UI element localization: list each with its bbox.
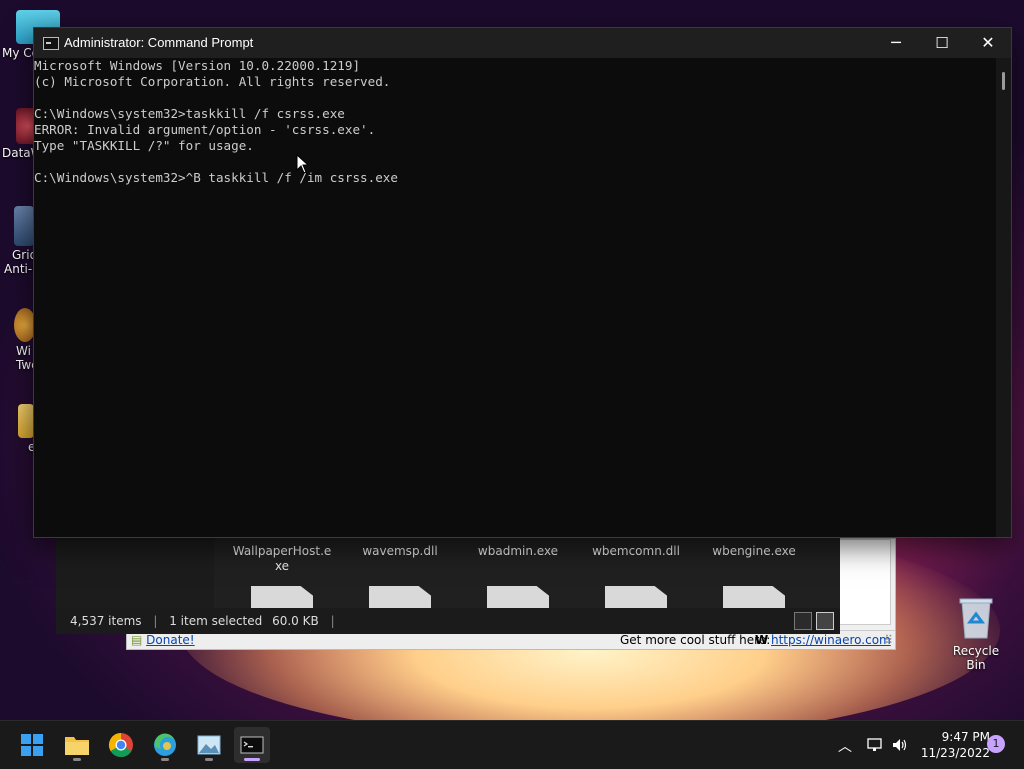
terminal-line: (c) Microsoft Corporation. All rights re… — [34, 74, 391, 89]
volume-icon[interactable] — [891, 737, 909, 753]
navigation-pane[interactable] — [56, 536, 214, 612]
close-button[interactable]: ✕ — [965, 28, 1011, 58]
explorer-statusbar: 4,537 items | 1 item selected 60.0 KB | — [56, 608, 840, 634]
winaero-panel — [837, 539, 891, 625]
taskbar-photos[interactable] — [191, 727, 227, 763]
terminal-line: ERROR: Invalid argument/option - 'csrss.… — [34, 122, 376, 137]
network-icon[interactable] — [866, 737, 884, 753]
donate-link[interactable]: Donate! — [146, 633, 194, 647]
clock-date: 11/23/2022 — [920, 746, 990, 760]
chrome-icon — [108, 733, 133, 758]
file-thumbnail-icon — [251, 586, 313, 610]
file-item[interactable]: wbadmin.exe — [468, 544, 568, 559]
desktop-icon-recycle-bin[interactable]: Recycle Bin — [942, 596, 1010, 672]
minimize-button[interactable]: ─ — [873, 28, 919, 58]
file-thumbnail-icon — [487, 586, 549, 610]
terminal-line: C:\Windows\system32>^B taskkill /f /im c… — [34, 170, 398, 185]
file-thumbnail-icon — [723, 586, 785, 610]
terminal-scrollbar[interactable] — [996, 58, 1011, 537]
selection-count: 1 item selected — [169, 614, 263, 628]
running-indicator — [205, 758, 213, 761]
terminal-text: Microsoft Windows [Version 10.0.22000.12… — [34, 58, 398, 186]
active-indicator — [244, 758, 260, 761]
system-clock[interactable]: 9:47 PM 11/23/2022 — [912, 729, 990, 761]
tiles-view-icon[interactable] — [816, 612, 834, 630]
terminal-line: Type "TASKKILL /?" for usage. — [34, 138, 254, 153]
file-item[interactable]: wbengine.exe — [704, 544, 804, 559]
start-button[interactable] — [14, 727, 50, 763]
scroll-thumb[interactable] — [1002, 72, 1005, 90]
recycle-bin-icon — [959, 598, 993, 639]
donate-icon: ▤ — [131, 633, 143, 647]
folder-icon — [18, 404, 34, 438]
file-thumbnail-icon — [369, 586, 431, 610]
taskbar-command-prompt[interactable] — [234, 727, 270, 763]
resize-grip-icon[interactable]: ⠿ — [884, 631, 893, 649]
window-title: Administrator: Command Prompt — [64, 35, 254, 50]
file-item[interactable]: wbemcomn.dll — [586, 544, 686, 559]
cmd-app-icon — [43, 37, 59, 50]
notification-badge[interactable]: 1 — [987, 735, 1005, 753]
taskbar-chrome[interactable] — [103, 727, 139, 763]
file-thumbnail-icon — [605, 586, 667, 610]
running-indicator — [161, 758, 169, 761]
running-indicator — [73, 758, 81, 761]
selection-size: 60.0 KB — [272, 614, 319, 628]
terminal-line: Microsoft Windows [Version 10.0.22000.12… — [34, 58, 361, 73]
cmd-titlebar[interactable]: Administrator: Command Prompt ─ ☐ ✕ — [34, 28, 1011, 58]
item-count: 4,537 items — [70, 614, 142, 628]
clock-time: 9:47 PM — [941, 730, 990, 744]
app-shortcut-icon — [14, 206, 34, 246]
file-item[interactable]: WallpaperHost.e xe — [232, 544, 332, 574]
mouse-pointer-icon — [296, 154, 310, 174]
taskbar: ︿ 9:47 PM 11/23/2022 — [0, 720, 1024, 769]
command-prompt-window[interactable]: Administrator: Command Prompt ─ ☐ ✕ Micr… — [33, 27, 1012, 538]
terminal-output[interactable]: Microsoft Windows [Version 10.0.22000.12… — [34, 58, 996, 537]
file-explorer-window: WallpaperHost.e xe wavemsp.dll wbadmin.e… — [56, 536, 840, 634]
details-view-icon[interactable] — [794, 612, 812, 630]
file-item[interactable]: wavemsp.dll — [350, 544, 450, 559]
chevron-up-icon[interactable]: ︿ — [838, 736, 852, 756]
maximize-button[interactable]: ☐ — [919, 28, 965, 58]
taskbar-edge[interactable] — [147, 727, 183, 763]
taskbar-file-explorer[interactable] — [59, 727, 95, 763]
windows-start-icon — [21, 734, 43, 756]
terminal-line: C:\Windows\system32>taskkill /f csrss.ex… — [34, 106, 345, 121]
